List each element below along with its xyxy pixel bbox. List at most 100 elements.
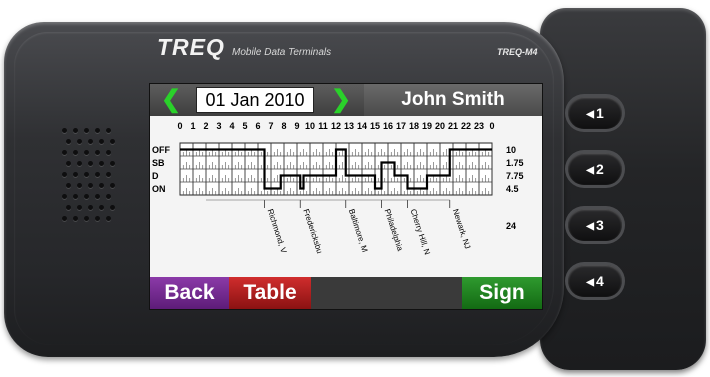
location-label: Baltimore, M [347,208,370,254]
speaker-hole [73,150,78,155]
side-button-2[interactable]: ◀ 2 [568,153,622,185]
back-button[interactable]: Back [150,277,229,309]
footer-bar: Back Table Sign [150,277,542,309]
hour-label: 7 [268,121,273,131]
hour-label: 16 [383,121,393,131]
status-label: OFF [152,145,170,155]
speaker-hole [88,183,93,188]
model-label: TREQ-M4 [497,47,538,57]
speaker-hole [84,150,89,155]
speaker-hole [99,161,104,166]
hour-label: 10 [305,121,315,131]
speaker-hole [95,194,100,199]
speaker-hole [66,139,71,144]
status-label: D [152,171,159,181]
side-button-4[interactable]: ◀ 4 [568,265,622,297]
triangle-left-icon: ◀ [586,165,594,176]
location-label: Fredericksbu [301,208,324,255]
speaker-hole [110,161,115,166]
hour-label: 14 [357,121,367,131]
status-total: 4.5 [506,184,519,194]
speaker-hole [73,216,78,221]
speaker-hole [62,216,67,221]
speaker-hole [95,172,100,177]
hour-label: 0 [489,121,494,131]
speaker-hole [99,183,104,188]
speaker-hole [88,205,93,210]
speaker-hole [77,183,82,188]
hour-label: 23 [474,121,484,131]
speaker-grille [62,128,115,228]
status-total: 10 [506,145,516,155]
hour-label: 18 [409,121,419,131]
hour-label: 17 [396,121,406,131]
device-grip [540,8,706,370]
header-bar: ❮ 01 Jan 2010 ❯ John Smith [150,84,542,116]
hour-label: 4 [229,121,234,131]
side-button-1[interactable]: ◀ 1 [568,97,622,129]
location-label: Newark, NJ [451,208,472,250]
speaker-hole [99,139,104,144]
speaker-hole [62,150,67,155]
hour-label: 21 [448,121,458,131]
location-label: Cherry Hill, N [409,208,432,256]
log-graph: 0 1 2 3 4 5 6 7 8 9 10 11 12 13 14 15 16 17 18 19 20 21 22 23 0O… [152,121,524,256]
speaker-hole [106,172,111,177]
status-total: 7.75 [506,171,524,181]
speaker-hole [106,194,111,199]
location-label: Richmond, V [266,208,289,255]
status-label: ON [152,184,166,194]
speaker-hole [73,172,78,177]
brand-logo: TREQ [157,34,225,60]
speaker-hole [106,150,111,155]
speaker-hole [88,161,93,166]
hour-label: 22 [461,121,471,131]
speaker-hole [99,205,104,210]
screen: ❮ 01 Jan 2010 ❯ John Smith 0 1 2 3 4 5 6 7 8 9 10 1… [149,83,543,310]
triangle-left-icon: ◀ [586,109,594,120]
speaker-hole [66,183,71,188]
hour-label: 11 [318,121,328,131]
brand-subtitle: Mobile Data Terminals [232,47,332,58]
table-button[interactable]: Table [229,277,311,309]
speaker-hole [77,161,82,166]
speaker-hole [77,139,82,144]
speaker-hole [110,205,115,210]
speaker-hole [62,172,67,177]
speaker-hole [66,161,71,166]
hour-label: 3 [216,121,221,131]
speaker-hole [66,205,71,210]
hour-label: 8 [281,121,286,131]
speaker-hole [62,194,67,199]
speaker-hole [95,150,100,155]
hour-label: 12 [331,121,341,131]
hour-label: 5 [242,121,247,131]
speaker-hole [110,139,115,144]
hour-label: 20 [435,121,445,131]
chevron-right-icon[interactable]: ❯ [328,86,354,114]
sign-button[interactable]: Sign [462,277,542,309]
hour-label: 0 [177,121,182,131]
chevron-left-icon[interactable]: ❮ [158,86,184,114]
grand-total: 24 [506,221,516,231]
speaker-hole [106,128,111,133]
hour-label: 2 [203,121,208,131]
speaker-hole [84,128,89,133]
hour-label: 13 [344,121,354,131]
location-label: Philadelphia [383,208,405,253]
hour-label: 15 [370,121,380,131]
speaker-hole [106,216,111,221]
hour-label: 9 [294,121,299,131]
speaker-hole [73,194,78,199]
status-total: 1.75 [506,158,524,168]
speaker-hole [84,216,89,221]
date-field[interactable]: 01 Jan 2010 [196,87,314,113]
side-button-3[interactable]: ◀ 3 [568,209,622,241]
speaker-hole [62,128,67,133]
status-label: SB [152,158,165,168]
speaker-hole [84,194,89,199]
speaker-hole [88,139,93,144]
hour-label: 1 [190,121,195,131]
driver-name[interactable]: John Smith [364,84,542,116]
speaker-hole [95,128,100,133]
